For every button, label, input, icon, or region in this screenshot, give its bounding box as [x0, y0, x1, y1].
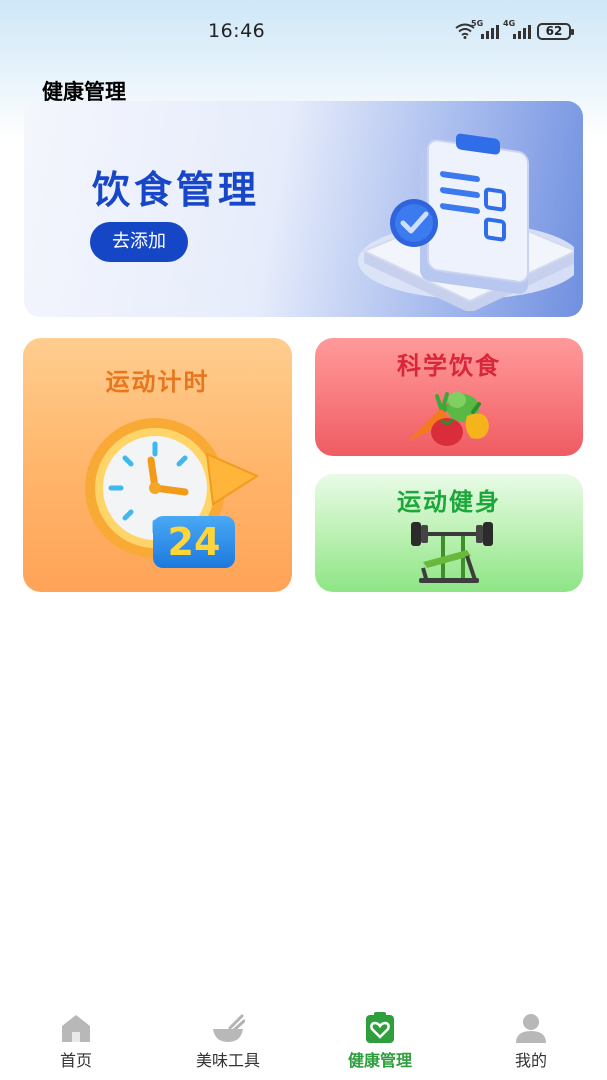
- status-bar: 16:46 5G 4G 62: [0, 0, 607, 60]
- signal-5g-icon: 5G: [471, 19, 499, 39]
- nav-label-tools: 美味工具: [195, 1051, 260, 1070]
- home-icon: [62, 1015, 90, 1042]
- diet-management-banner[interactable]: 饮食管理 去添加: [24, 101, 583, 317]
- nav-label-profile: 我的: [514, 1051, 547, 1070]
- nav-item-tools[interactable]: 美味工具: [168, 1012, 288, 1071]
- nav-item-home[interactable]: 首页: [16, 1012, 136, 1071]
- bench-press-icon: [411, 522, 493, 583]
- card-title-timer: 运动计时: [105, 368, 210, 396]
- vegetables-icon: [407, 392, 489, 446]
- bottom-navigation: 首页 美味工具 健康管理 我的: [0, 1000, 607, 1080]
- battery-icon: 62: [537, 22, 574, 40]
- status-time: 16:46: [208, 20, 266, 42]
- card-title-diet: 科学饮食: [397, 352, 501, 380]
- fitness-card[interactable]: 运动健身: [315, 474, 583, 592]
- nav-label-home: 首页: [59, 1051, 92, 1070]
- day-badge: 24: [153, 516, 235, 568]
- bowl-icon: [213, 1014, 245, 1042]
- nav-label-health: 健康管理: [347, 1051, 412, 1070]
- clipboard-illustration-icon: [358, 133, 574, 311]
- nav-item-profile[interactable]: 我的: [471, 1012, 591, 1071]
- nav-item-health[interactable]: 健康管理: [320, 1012, 440, 1071]
- banner-title: 饮食管理: [92, 168, 261, 212]
- status-icons: 5G 4G 62: [455, 19, 574, 42]
- scientific-diet-card[interactable]: 科学饮食: [315, 338, 583, 456]
- exercise-timer-card[interactable]: 运动计时 24: [23, 338, 292, 592]
- signal-4g-icon: 4G: [503, 19, 531, 39]
- health-clipboard-icon: [366, 1012, 394, 1043]
- add-button[interactable]: 去添加: [90, 222, 188, 262]
- profile-icon: [516, 1014, 546, 1043]
